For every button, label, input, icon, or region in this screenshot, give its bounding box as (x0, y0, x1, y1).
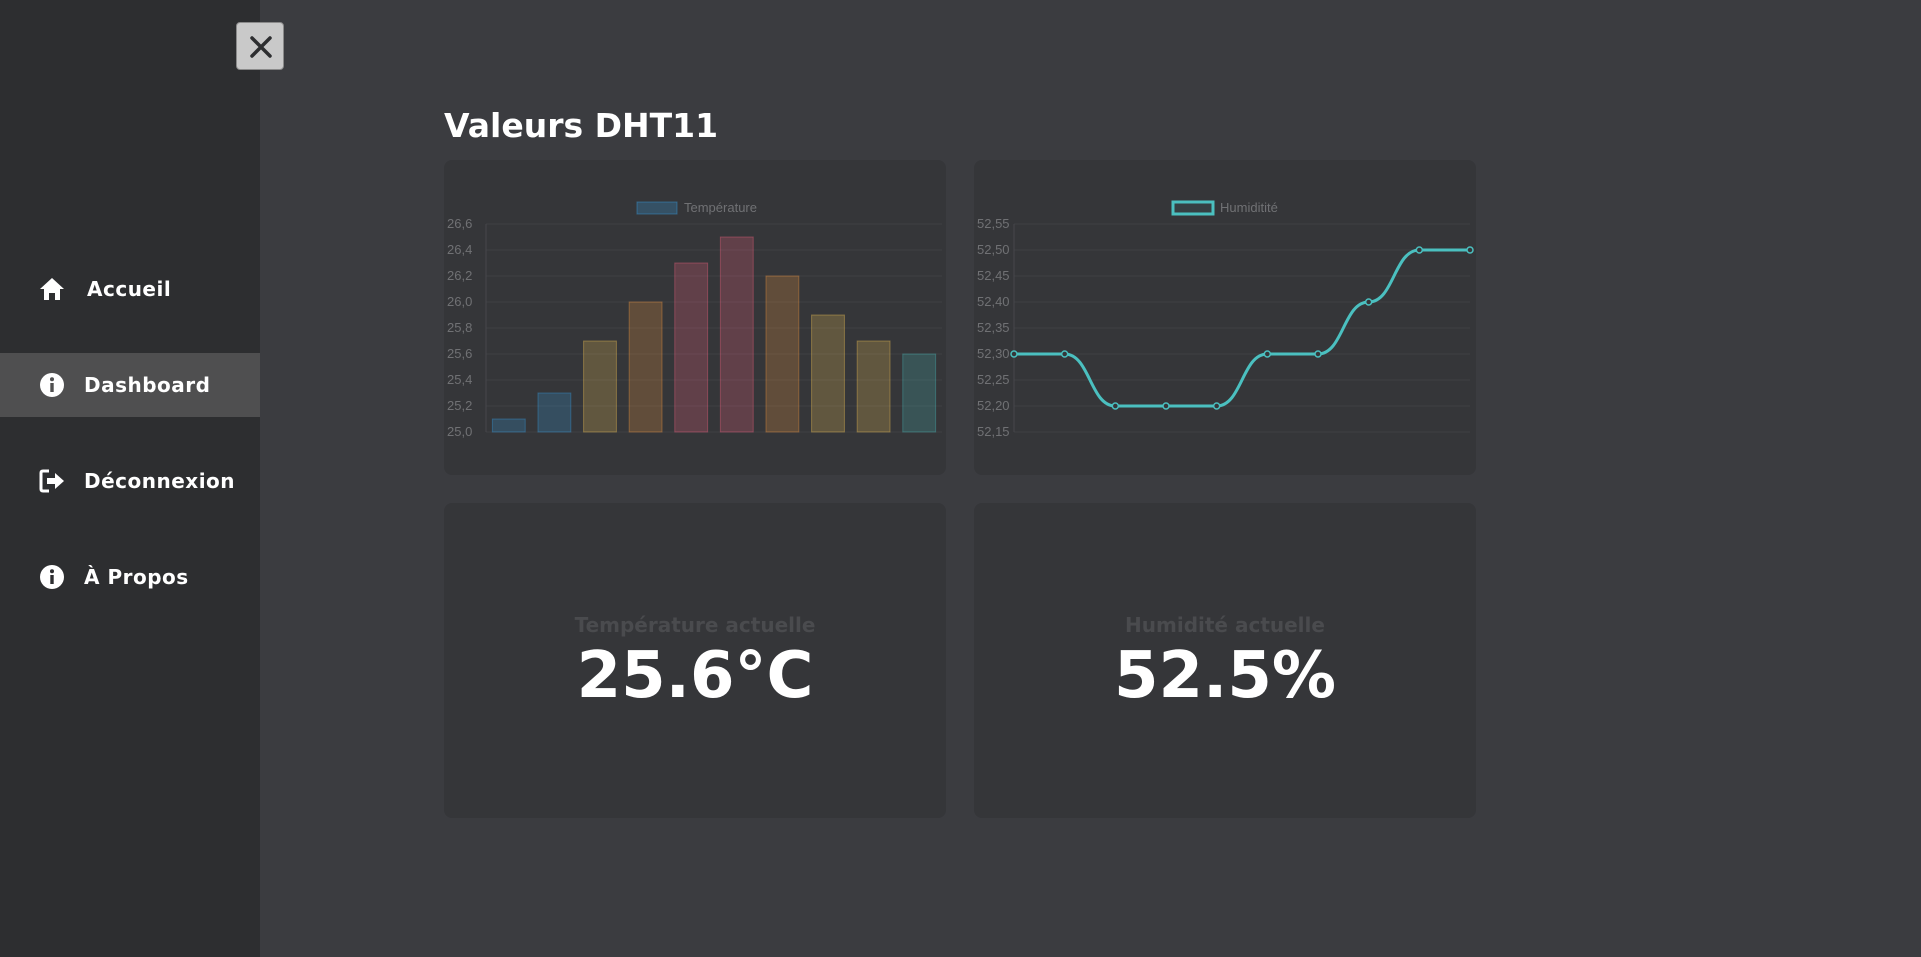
sidebar-item-label: Déconnexion (84, 469, 236, 493)
y-tick-label: 52,40 (977, 294, 1010, 309)
y-tick-label: 26,6 (447, 216, 472, 231)
sidebar-item-accueil[interactable]: Accueil (0, 257, 260, 321)
home-icon (40, 278, 64, 300)
temperature-stat-value: 25.6°C (576, 639, 814, 713)
close-sidebar-button[interactable] (236, 22, 284, 70)
temperature-bar[interactable] (765, 275, 800, 433)
humidity-point[interactable] (1415, 246, 1424, 254)
y-tick-label: 52,55 (977, 216, 1010, 231)
y-tick-label: 26,2 (447, 268, 472, 283)
y-tick-label: 25,6 (447, 346, 472, 361)
temperature-legend-label[interactable]: Température (684, 200, 757, 215)
sidebar-item-label: Dashboard (84, 373, 211, 397)
temperature-bar[interactable] (811, 314, 845, 433)
y-tick-label: 52,50 (977, 242, 1010, 257)
y-tick-label: 52,30 (977, 346, 1010, 361)
temperature-bar[interactable] (537, 392, 572, 433)
y-tick-label: 25,8 (447, 320, 472, 335)
humidity-stat-value: 52.5% (1113, 639, 1337, 713)
humidity-point[interactable] (1111, 402, 1120, 410)
sidebar: Accueil Dashboard Déconnexion À Propos (0, 0, 260, 957)
sidebar-item-a-propos[interactable]: À Propos (0, 545, 260, 609)
y-tick-label: 52,15 (977, 424, 1010, 439)
temperature-bar[interactable] (628, 301, 663, 433)
temperature-stat-card: Température actuelle 25.6°C (444, 503, 946, 818)
y-tick-label: 25,0 (447, 424, 472, 439)
y-tick-label: 52,35 (977, 320, 1010, 335)
y-tick-label: 52,25 (977, 372, 1010, 387)
temperature-stat-label: Température actuelle (574, 613, 816, 637)
humidity-point[interactable] (1314, 350, 1322, 358)
humidity-point[interactable] (1364, 298, 1373, 306)
y-tick-label: 52,45 (977, 268, 1010, 283)
y-tick-label: 26,4 (447, 242, 472, 257)
sidebar-item-label: À Propos (84, 565, 189, 589)
humidity-point[interactable] (1466, 246, 1474, 254)
humidity-legend-label[interactable]: Humiditité (1220, 200, 1278, 215)
humidity-point[interactable] (1162, 402, 1170, 410)
humidity-line-chart: Humiditité 52,55 52,50 52,45 52,40 52,35 52,3… (977, 200, 1474, 439)
temperature-bar[interactable] (902, 353, 937, 433)
y-tick-label: 25,2 (447, 398, 472, 413)
sidebar-item-label: Accueil (87, 277, 172, 301)
temperature-chart-card: Température 26,6 26,4 26,2 26,0 25,8 25,6 25,4… (444, 160, 946, 475)
humidity-point[interactable] (1263, 350, 1272, 358)
info-icon (40, 565, 64, 589)
sidebar-item-dashboard[interactable]: Dashboard (0, 353, 260, 417)
humidity-point[interactable] (1010, 350, 1018, 358)
sidebar-item-deconnexion[interactable]: Déconnexion (0, 449, 260, 513)
humidity-stat-card: Humidité actuelle 52.5% (974, 503, 1476, 818)
humidity-stat-label: Humidité actuelle (1125, 613, 1325, 637)
humidity-legend-swatch[interactable] (1171, 200, 1215, 216)
temperature-bar[interactable] (674, 262, 709, 433)
humidity-point[interactable] (1060, 350, 1069, 358)
temperature-bar[interactable] (491, 418, 526, 433)
temperature-bar[interactable] (719, 236, 754, 433)
humidity-point[interactable] (1212, 402, 1221, 410)
y-tick-label: 25,4 (447, 372, 472, 387)
logout-icon (39, 469, 64, 493)
page-title: Valeurs DHT11 (444, 106, 719, 145)
close-icon (250, 36, 272, 58)
y-tick-label: 26,0 (447, 294, 472, 309)
temperature-bar-chart: Température 26,6 26,4 26,2 26,0 25,8 25,6 25,4… (447, 200, 942, 439)
temperature-legend-swatch[interactable] (636, 201, 678, 215)
temperature-bar[interactable] (856, 340, 891, 433)
humidity-chart-card: Humiditité 52,55 52,50 52,45 52,40 52,35 52,3… (974, 160, 1476, 475)
temperature-bar[interactable] (583, 340, 617, 433)
y-tick-label: 52,20 (977, 398, 1010, 413)
info-icon (40, 373, 64, 397)
